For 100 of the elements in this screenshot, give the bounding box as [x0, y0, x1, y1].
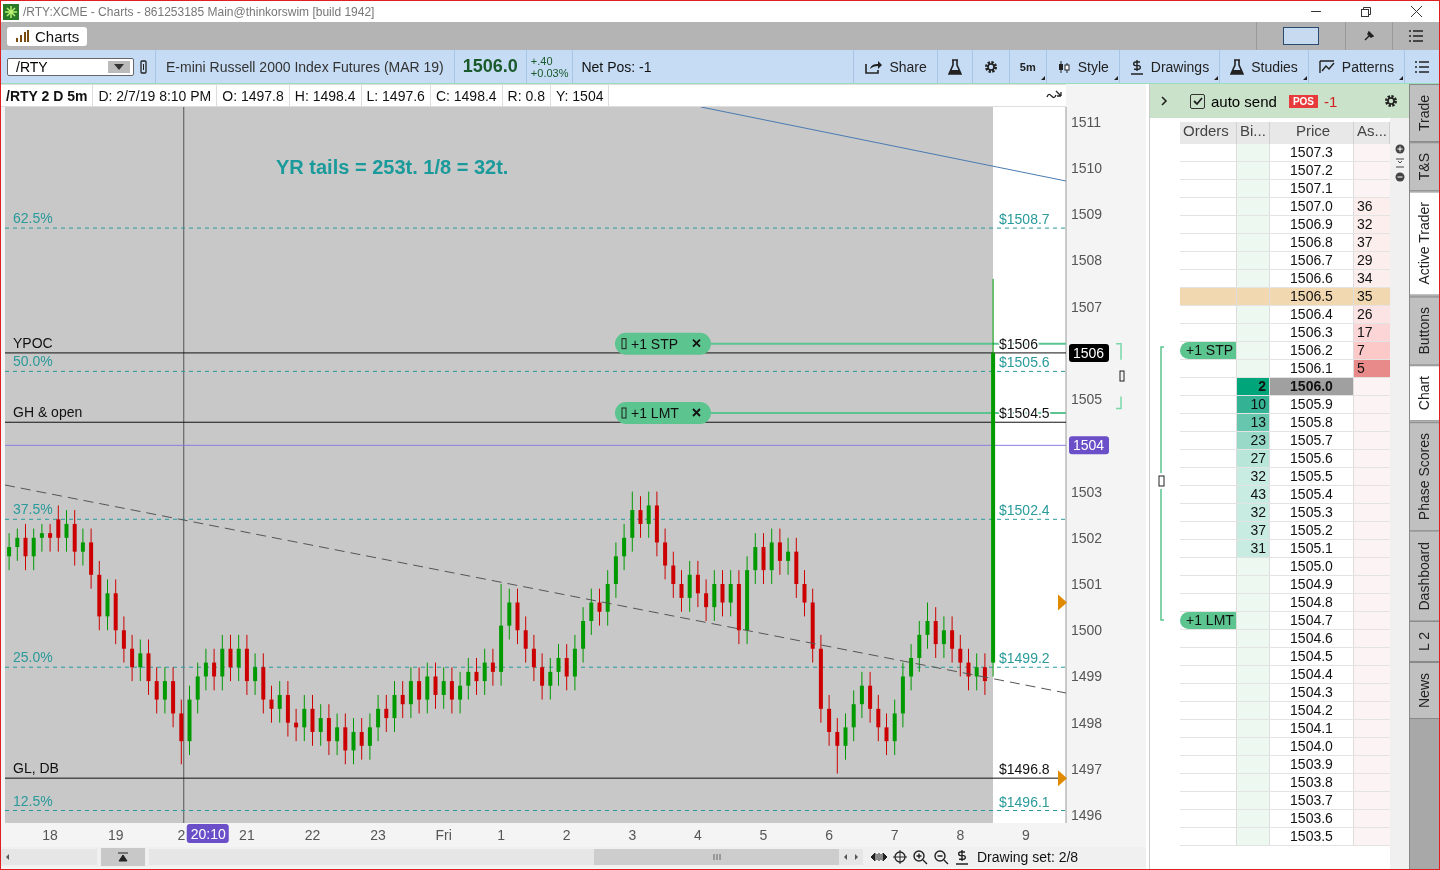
ask-cell[interactable]: [1354, 756, 1390, 773]
share-button[interactable]: Share: [853, 50, 937, 83]
ask-cell[interactable]: [1354, 162, 1390, 179]
bid-size-cell[interactable]: 13: [1237, 414, 1270, 431]
bid-cell[interactable]: [1237, 720, 1270, 737]
scroll-thumb[interactable]: [594, 849, 839, 865]
bid-cell[interactable]: [1237, 666, 1270, 683]
bid-cell[interactable]: [1237, 828, 1270, 845]
ask-cell[interactable]: [1354, 468, 1390, 485]
zoom-in-icon[interactable]: [1394, 144, 1405, 154]
trend-line[interactable]: [4, 484, 1066, 694]
ask-cell[interactable]: [1354, 594, 1390, 611]
ask-cell[interactable]: [1354, 648, 1390, 665]
bid-cell[interactable]: [1237, 702, 1270, 719]
bid-cell[interactable]: [1237, 594, 1270, 611]
ask-cell[interactable]: [1354, 558, 1390, 575]
pan-icon[interactable]: [871, 851, 887, 863]
ask-cell[interactable]: [1354, 450, 1390, 467]
price-cell[interactable]: 1506.0: [1270, 378, 1354, 395]
ask-cell[interactable]: [1354, 432, 1390, 449]
zoom-out-icon[interactable]: [1394, 172, 1405, 182]
ask-size-cell[interactable]: 37: [1354, 234, 1390, 251]
ask-cell[interactable]: [1354, 144, 1390, 161]
restore-icon[interactable]: [1361, 6, 1371, 17]
studies-button[interactable]: Studies: [1219, 50, 1308, 83]
charts-tab[interactable]: Charts: [7, 26, 88, 46]
order-tag[interactable]: +1 STP: [1180, 342, 1236, 359]
ask-size-cell[interactable]: 26: [1354, 306, 1390, 323]
ask-cell[interactable]: [1354, 180, 1390, 197]
ask-size-cell[interactable]: 7: [1354, 342, 1390, 359]
ask-cell[interactable]: [1354, 540, 1390, 557]
bid-size-cell[interactable]: 27: [1237, 450, 1270, 467]
ask-cell[interactable]: [1354, 486, 1390, 503]
side-tab[interactable]: Phase Scores: [1410, 421, 1439, 531]
bid-cell[interactable]: [1237, 180, 1270, 197]
bid-cell[interactable]: [1237, 342, 1270, 359]
bid-cell[interactable]: [1237, 612, 1270, 629]
ask-cell[interactable]: [1354, 684, 1390, 701]
ask-size-cell[interactable]: 29: [1354, 252, 1390, 269]
zoom-in-icon[interactable]: [913, 849, 928, 865]
close-icon[interactable]: [1410, 6, 1422, 17]
patterns-button[interactable]: Patterns: [1307, 50, 1404, 83]
order-tag[interactable]: +1 LMT: [615, 402, 711, 424]
bid-size-cell[interactable]: 2: [1237, 378, 1270, 395]
side-tab[interactable]: Trade: [1410, 84, 1439, 143]
bid-cell[interactable]: [1237, 738, 1270, 755]
bid-cell[interactable]: [1237, 198, 1270, 215]
bid-cell[interactable]: [1237, 648, 1270, 665]
ask-cell[interactable]: [1354, 828, 1390, 845]
color-swatch[interactable]: [1283, 27, 1319, 45]
side-tab[interactable]: Chart: [1410, 365, 1439, 422]
ask-size-cell[interactable]: 32: [1354, 216, 1390, 233]
ask-cell[interactable]: [1354, 774, 1390, 791]
bid-cell[interactable]: [1237, 306, 1270, 323]
bid-cell[interactable]: [1237, 774, 1270, 791]
bid-cell[interactable]: [1237, 756, 1270, 773]
ask-cell[interactable]: [1354, 378, 1390, 395]
center-icon[interactable]: [1394, 158, 1405, 168]
ask-cell[interactable]: [1354, 396, 1390, 413]
ask-cell[interactable]: [1354, 738, 1390, 755]
bid-cell[interactable]: [1237, 684, 1270, 701]
bid-cell[interactable]: [1237, 216, 1270, 233]
side-tab[interactable]: L 2: [1410, 621, 1439, 663]
bid-cell[interactable]: [1237, 792, 1270, 809]
side-tab[interactable]: Buttons: [1410, 295, 1439, 366]
interval-button[interactable]: 5m: [1008, 50, 1046, 83]
bid-size-cell[interactable]: 23: [1237, 432, 1270, 449]
bid-size-cell[interactable]: 32: [1237, 504, 1270, 521]
minimize-icon[interactable]: [1311, 10, 1321, 13]
bid-cell[interactable]: [1237, 360, 1270, 377]
bid-cell[interactable]: [1237, 252, 1270, 269]
ask-cell[interactable]: [1354, 576, 1390, 593]
ask-cell[interactable]: [1354, 504, 1390, 521]
bid-cell[interactable]: [1237, 324, 1270, 341]
order-tag[interactable]: +1 LMT: [1180, 612, 1236, 629]
side-tab[interactable]: Active Trader: [1410, 191, 1439, 296]
ask-cell[interactable]: [1354, 630, 1390, 647]
bid-cell[interactable]: [1237, 162, 1270, 179]
ask-cell[interactable]: [1354, 720, 1390, 737]
crosshair-icon[interactable]: [893, 850, 907, 864]
side-tab[interactable]: Dashboard: [1410, 530, 1439, 622]
bid-cell[interactable]: [1237, 144, 1270, 161]
bid-cell[interactable]: [1237, 810, 1270, 827]
auto-send-checkbox[interactable]: [1190, 93, 1205, 109]
side-tab[interactable]: News: [1410, 662, 1439, 720]
bid-cell[interactable]: [1237, 630, 1270, 647]
bid-size-cell[interactable]: 37: [1237, 522, 1270, 539]
bid-cell[interactable]: [1237, 270, 1270, 287]
ask-cell[interactable]: [1354, 810, 1390, 827]
bid-size-cell[interactable]: 43: [1237, 486, 1270, 503]
column-header[interactable]: Orders: [1180, 122, 1237, 144]
ask-cell[interactable]: [1354, 414, 1390, 431]
bid-size-cell[interactable]: 31: [1237, 540, 1270, 557]
ask-cell[interactable]: [1354, 612, 1390, 629]
chevron-icon[interactable]: [1160, 96, 1168, 106]
bid-size-cell[interactable]: 32: [1237, 468, 1270, 485]
side-tab[interactable]: T&S: [1410, 142, 1439, 192]
zoom-out-icon[interactable]: [934, 849, 949, 865]
drawing-set-label[interactable]: Drawing set: 2/8: [977, 849, 1079, 865]
drawings-button[interactable]: Drawings: [1118, 50, 1220, 83]
